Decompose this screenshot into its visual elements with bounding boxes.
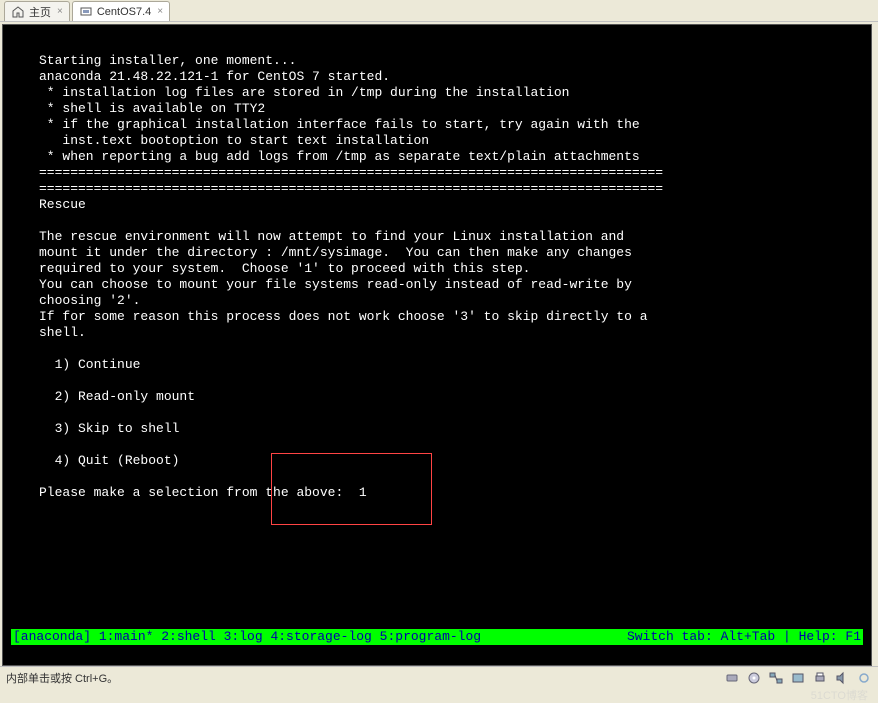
terminal-output: Starting installer, one moment... anacon…	[3, 53, 871, 501]
footer-bar: 内部单击或按 Ctrl+G。	[0, 666, 878, 688]
printer-icon[interactable]	[812, 670, 828, 686]
tab-label: 主页	[29, 4, 51, 20]
tab-centos[interactable]: CentOS7.4 ×	[72, 1, 170, 21]
sound-icon[interactable]	[834, 670, 850, 686]
footer-hint: 内部单击或按 Ctrl+G。	[6, 670, 118, 686]
disk-icon[interactable]	[724, 670, 740, 686]
tab-home[interactable]: 主页 ×	[4, 1, 70, 21]
cd-icon[interactable]	[746, 670, 762, 686]
footer-icons	[724, 670, 872, 686]
tab-bar: 主页 × CentOS7.4 ×	[0, 0, 878, 22]
close-icon[interactable]: ×	[57, 6, 63, 17]
terminal-window[interactable]: Starting installer, one moment... anacon…	[2, 24, 872, 666]
anaconda-status-bar: [anaconda] 1:main* 2:shell 3:log 4:stora…	[11, 629, 863, 645]
status-right: Switch tab: Alt+Tab | Help: F1	[627, 629, 861, 645]
home-icon	[11, 5, 25, 19]
watermark: 51CTO博客	[811, 687, 868, 703]
adapter-icon[interactable]	[790, 670, 806, 686]
tab-label: CentOS7.4	[97, 6, 151, 18]
close-icon[interactable]: ×	[157, 6, 163, 17]
status-left: [anaconda] 1:main* 2:shell 3:log 4:stora…	[13, 629, 481, 645]
vm-icon	[79, 5, 93, 19]
network-icon[interactable]	[768, 670, 784, 686]
usb-icon[interactable]	[856, 670, 872, 686]
